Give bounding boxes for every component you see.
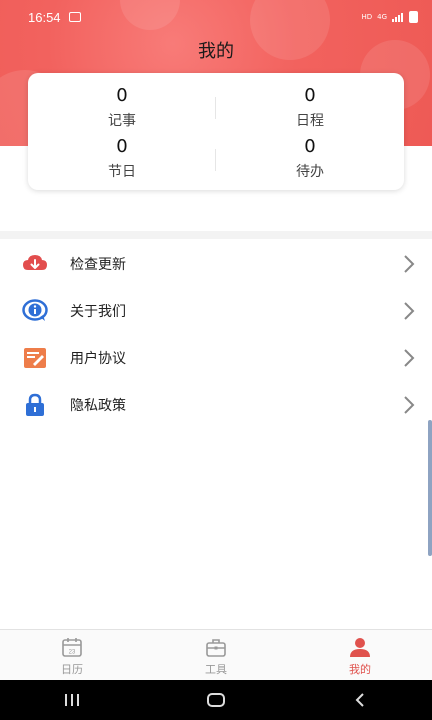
tab-calendar[interactable]: 23 日历: [0, 630, 144, 680]
cloud-download-icon: [22, 251, 48, 277]
stat-label: 日程: [296, 113, 324, 129]
menu-item-label: 用户协议: [70, 350, 126, 367]
hd-indicator: HD: [361, 13, 373, 21]
chevron-right-icon: [404, 396, 415, 414]
chevron-right-icon: [404, 302, 415, 320]
tab-mine[interactable]: 我的: [288, 630, 432, 680]
info-bubble-icon: [22, 298, 48, 324]
image-notification-icon: [68, 12, 81, 22]
tab-label: 工具: [205, 663, 227, 676]
home-icon[interactable]: [196, 685, 236, 715]
calendar-day-badge: 23: [69, 650, 76, 656]
network-indicator: 4G: [377, 13, 387, 21]
stats-card: 0 记事 0 日程 0 节日 0 待办: [28, 73, 404, 190]
person-icon: [348, 636, 372, 658]
menu-item-about-us[interactable]: 关于我们: [0, 287, 432, 334]
stat-label: 记事: [108, 113, 136, 129]
recent-apps-icon[interactable]: [52, 685, 92, 715]
signal-icon: [392, 12, 404, 22]
menu-item-label: 关于我们: [70, 303, 126, 320]
stat-label: 节日: [108, 164, 136, 180]
status-bar: 16:54 HD 4G: [0, 0, 432, 34]
document-edit-icon: [22, 345, 48, 371]
stat-value: 0: [116, 85, 128, 106]
section-divider: [0, 231, 432, 239]
stat-schedule[interactable]: 0 日程: [216, 85, 404, 131]
stat-value: 0: [304, 85, 316, 106]
status-time: 16:54: [28, 9, 61, 25]
chevron-right-icon: [404, 349, 415, 367]
lock-icon: [22, 392, 48, 418]
tab-tools[interactable]: 工具: [144, 630, 288, 680]
battery-icon: [409, 11, 418, 23]
menu-item-check-update[interactable]: 检查更新: [0, 240, 432, 287]
system-navigation-bar: [0, 680, 432, 720]
stat-todo[interactable]: 0 待办: [216, 136, 404, 182]
stat-value: 0: [116, 136, 128, 157]
settings-menu: 检查更新 关于我们 用户协议 隐私政策: [0, 240, 432, 428]
page-title: 我的: [198, 41, 234, 62]
tab-label: 我的: [349, 663, 371, 676]
menu-item-privacy-policy[interactable]: 隐私政策: [0, 381, 432, 428]
bottom-tab-bar: 23 日历 工具 我的: [0, 629, 432, 680]
scroll-indicator: [428, 420, 432, 556]
stat-notes[interactable]: 0 记事: [28, 85, 216, 131]
chevron-right-icon: [404, 255, 415, 273]
back-icon[interactable]: [340, 685, 380, 715]
tab-label: 日历: [61, 663, 83, 676]
stat-value: 0: [304, 136, 316, 157]
stat-label: 待办: [296, 164, 324, 180]
menu-item-user-agreement[interactable]: 用户协议: [0, 334, 432, 381]
toolbox-icon: [204, 636, 228, 658]
stat-holidays[interactable]: 0 节日: [28, 136, 216, 182]
calendar-icon: 23: [60, 636, 84, 658]
menu-item-label: 隐私政策: [70, 397, 126, 414]
menu-item-label: 检查更新: [70, 256, 126, 273]
